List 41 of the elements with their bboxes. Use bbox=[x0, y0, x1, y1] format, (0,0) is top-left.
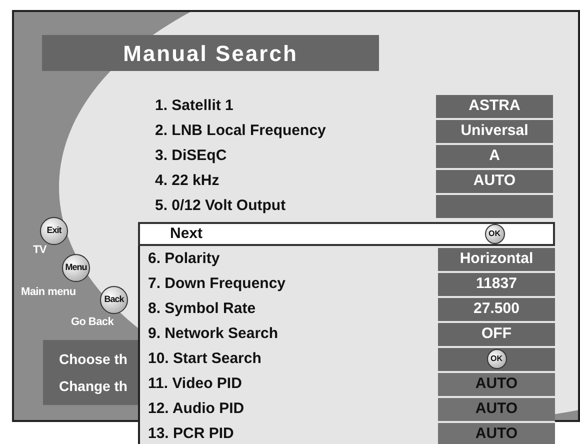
screen-title: Manual Search bbox=[123, 40, 298, 68]
key-caption: TV bbox=[33, 244, 46, 257]
popup-row[interactable]: 9. Network Search OFF bbox=[140, 322, 555, 346]
setting-label: 11. Video PID bbox=[147, 374, 242, 394]
key-caption: Go Back bbox=[71, 316, 114, 329]
setting-label: 10. Start Search bbox=[147, 348, 262, 369]
setting-label: Next bbox=[169, 224, 203, 244]
setting-value[interactable]: 11837 bbox=[438, 272, 555, 296]
setting-label: 3. DiSEqC bbox=[154, 146, 227, 166]
popup-row[interactable]: 6. Polarity Horizontal bbox=[140, 247, 555, 271]
remote-key[interactable]: Menu bbox=[62, 254, 90, 282]
popup-row[interactable]: 7. Down Frequency 11837 bbox=[140, 272, 555, 296]
ok-key-icon: OK bbox=[486, 349, 506, 369]
popup-row[interactable]: 8. Symbol Rate 27.500 bbox=[140, 297, 555, 321]
setting-value[interactable]: 27.500 bbox=[438, 298, 555, 320]
setting-value[interactable]: OK bbox=[438, 348, 555, 370]
setting-value[interactable] bbox=[436, 195, 553, 218]
setting-value[interactable]: AUTO bbox=[436, 170, 553, 193]
setting-label: 12. Audio PID bbox=[147, 398, 244, 419]
setting-label: 7. Down Frequency bbox=[147, 274, 286, 294]
setting-value[interactable]: Horizontal bbox=[438, 248, 555, 270]
setting-value[interactable]: Universal bbox=[436, 120, 553, 143]
popup-row[interactable]: Next OK bbox=[138, 222, 555, 246]
remote-key[interactable]: Exit bbox=[40, 217, 68, 245]
setting-label: 5. 0/12 Volt Output bbox=[154, 196, 286, 216]
setting-value[interactable]: A bbox=[436, 145, 553, 168]
ok-key-icon: OK bbox=[484, 224, 504, 244]
setting-label: 1. Satellit 1 bbox=[154, 96, 234, 116]
setting-value[interactable]: ASTRA bbox=[436, 95, 553, 118]
setting-label: 4. 22 kHz bbox=[154, 171, 220, 192]
setting-label: 8. Symbol Rate bbox=[147, 298, 256, 319]
help-text: Choose th bbox=[59, 350, 128, 368]
help-text: Change th bbox=[59, 376, 128, 396]
key-caption: Main menu bbox=[21, 286, 76, 299]
setting-label: 6. Polarity bbox=[147, 248, 220, 269]
setting-value[interactable]: OFF bbox=[438, 322, 555, 346]
popup-row[interactable]: 10. Start Search OK bbox=[140, 347, 555, 371]
setting-label: 9. Network Search bbox=[147, 324, 278, 344]
setting-label: 13. PCR PID bbox=[147, 424, 234, 444]
setting-label: 2. LNB Local Frequency bbox=[154, 121, 326, 142]
setting-value[interactable]: OK bbox=[436, 222, 553, 246]
